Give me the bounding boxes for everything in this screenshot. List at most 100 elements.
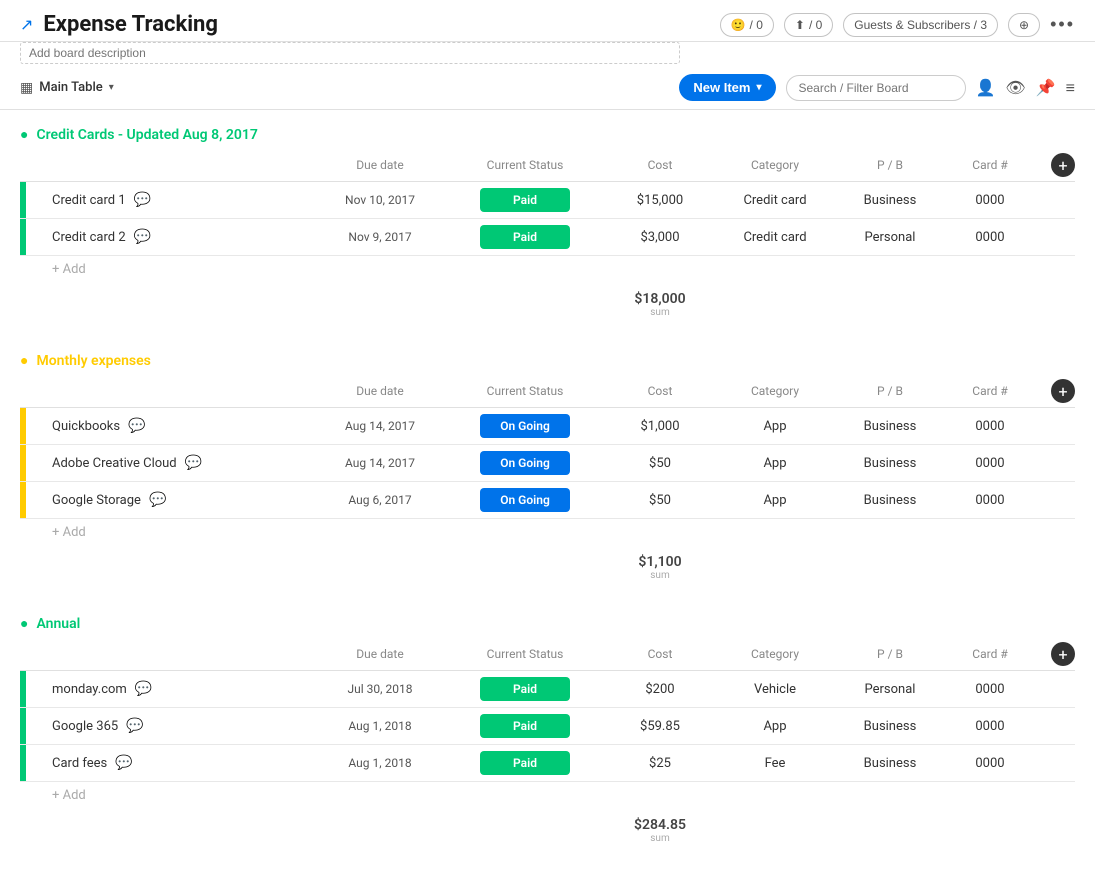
add-guest-button[interactable]: ⊕ bbox=[1008, 13, 1040, 37]
eye-icon[interactable]: 👁 bbox=[1005, 78, 1025, 97]
reactions-button[interactable]: 🙂 / 0 bbox=[720, 13, 774, 37]
user-icon[interactable]: 👤 bbox=[976, 78, 996, 97]
cell-card: 0000 bbox=[945, 187, 1035, 214]
group-toggle-icon[interactable]: ● bbox=[20, 126, 28, 143]
chat-icon[interactable]: 💬 bbox=[135, 681, 152, 697]
cell-category: App bbox=[715, 413, 835, 440]
group-title[interactable]: Monthly expenses bbox=[36, 353, 150, 369]
cell-pb: Business bbox=[835, 487, 945, 514]
share-icon: ↗ bbox=[20, 15, 33, 34]
cell-category: App bbox=[715, 713, 835, 740]
guests-button[interactable]: Guests & Subscribers / 3 bbox=[843, 13, 998, 37]
table-row: Card fees 💬 Aug 1, 2018 Paid $25 Fee Bus… bbox=[20, 745, 1075, 782]
search-input[interactable] bbox=[786, 75, 966, 101]
cell-card: 0000 bbox=[945, 676, 1035, 703]
add-row[interactable]: + Add bbox=[20, 256, 1075, 283]
views-button[interactable]: ⬆ / 0 bbox=[784, 13, 833, 37]
cell-category: Fee bbox=[715, 750, 835, 777]
sum-label: sum bbox=[605, 570, 715, 581]
row-name: Google Storage bbox=[52, 493, 141, 508]
add-row[interactable]: + Add bbox=[20, 519, 1075, 546]
row-name: Google 365 bbox=[52, 719, 118, 734]
row-indicator bbox=[20, 219, 26, 255]
add-column-button[interactable]: + bbox=[1051, 153, 1075, 177]
cell-status: Paid bbox=[445, 219, 605, 255]
sum-row: $284.85 sum bbox=[20, 811, 1075, 850]
col-header: Card # bbox=[945, 647, 1035, 661]
col-header: Due date bbox=[315, 158, 445, 172]
status-badge: On Going bbox=[480, 451, 570, 475]
add-row[interactable]: + Add bbox=[20, 782, 1075, 809]
main-content: ● Credit Cards - Updated Aug 8, 2017 Due… bbox=[0, 110, 1095, 894]
group-toggle-icon[interactable]: ● bbox=[20, 352, 28, 369]
cell-date: Aug 14, 2017 bbox=[315, 413, 445, 439]
chat-icon[interactable]: 💬 bbox=[134, 192, 151, 208]
chat-icon[interactable]: 💬 bbox=[115, 755, 132, 771]
table-row: Adobe Creative Cloud 💬 Aug 14, 2017 On G… bbox=[20, 445, 1075, 482]
cell-status: On Going bbox=[445, 482, 605, 518]
cell-extra bbox=[1035, 420, 1075, 432]
status-badge: Paid bbox=[480, 751, 570, 775]
toolbar-right: New Item ▾ 👤 👁 📌 ≡ bbox=[679, 74, 1075, 101]
cell-extra bbox=[1035, 757, 1075, 769]
reactions-count: / 0 bbox=[750, 18, 763, 32]
chat-icon[interactable]: 💬 bbox=[149, 492, 166, 508]
add-row-label: + Add bbox=[52, 525, 86, 540]
pin-icon[interactable]: 📌 bbox=[1036, 78, 1056, 97]
views-icon: ⬆ bbox=[795, 18, 805, 32]
status-badge: Paid bbox=[480, 225, 570, 249]
col-header: Cost bbox=[605, 647, 715, 661]
cell-date: Aug 6, 2017 bbox=[315, 487, 445, 513]
row-indicator bbox=[20, 671, 26, 707]
cell-pb: Personal bbox=[835, 676, 945, 703]
more-options-button[interactable]: ••• bbox=[1050, 14, 1075, 35]
col-header-add: + bbox=[1035, 153, 1075, 177]
table-icon: ▦ bbox=[20, 80, 33, 96]
row-indicator bbox=[20, 408, 26, 444]
sum-row: $1,100 sum bbox=[20, 548, 1075, 587]
status-badge: On Going bbox=[480, 488, 570, 512]
cell-card: 0000 bbox=[945, 487, 1035, 514]
column-headers: Due dateCurrent StatusCostCategoryP / BC… bbox=[20, 149, 1075, 182]
row-name-cell: Quickbooks 💬 bbox=[20, 418, 315, 434]
row-name: Card fees bbox=[52, 756, 107, 771]
table-row: Credit card 1 💬 Nov 10, 2017 Paid $15,00… bbox=[20, 182, 1075, 219]
reaction-icon: 🙂 bbox=[731, 18, 746, 32]
col-header: Category bbox=[715, 647, 835, 661]
chat-icon[interactable]: 💬 bbox=[185, 455, 202, 471]
add-column-button[interactable]: + bbox=[1051, 379, 1075, 403]
group-header: ● Monthly expenses bbox=[20, 352, 1075, 369]
cell-extra bbox=[1035, 231, 1075, 243]
add-icon: ⊕ bbox=[1019, 18, 1029, 32]
sum-row: $18,000 sum bbox=[20, 285, 1075, 324]
group-toggle-icon[interactable]: ● bbox=[20, 615, 28, 632]
add-column-button[interactable]: + bbox=[1051, 642, 1075, 666]
row-indicator bbox=[20, 708, 26, 744]
cell-cost: $50 bbox=[605, 487, 715, 514]
group-header: ● Credit Cards - Updated Aug 8, 2017 bbox=[20, 126, 1075, 143]
table-label: Main Table bbox=[39, 80, 103, 95]
chat-icon[interactable]: 💬 bbox=[134, 229, 151, 245]
toolbar: ▦ Main Table ▾ New Item ▾ 👤 👁 📌 ≡ bbox=[0, 66, 1095, 110]
group-title[interactable]: Annual bbox=[36, 616, 80, 632]
sum-label: sum bbox=[605, 307, 715, 318]
table-row: Google Storage 💬 Aug 6, 2017 On Going $5… bbox=[20, 482, 1075, 519]
row-indicator bbox=[20, 445, 26, 481]
cell-status: On Going bbox=[445, 445, 605, 481]
group-title[interactable]: Credit Cards - Updated Aug 8, 2017 bbox=[36, 127, 257, 143]
cell-date: Aug 1, 2018 bbox=[315, 750, 445, 776]
filter-icon[interactable]: ≡ bbox=[1066, 78, 1075, 98]
cell-card: 0000 bbox=[945, 450, 1035, 477]
row-name-cell: Card fees 💬 bbox=[20, 755, 315, 771]
new-item-button[interactable]: New Item ▾ bbox=[679, 74, 775, 101]
group-annual: ● Annual Due dateCurrent StatusCostCateg… bbox=[20, 615, 1075, 850]
col-header: Category bbox=[715, 158, 835, 172]
group-monthly: ● Monthly expenses Due dateCurrent Statu… bbox=[20, 352, 1075, 587]
cell-extra bbox=[1035, 457, 1075, 469]
col-header-add: + bbox=[1035, 642, 1075, 666]
row-name: Credit card 1 bbox=[52, 193, 126, 208]
status-badge: Paid bbox=[480, 677, 570, 701]
cell-category: App bbox=[715, 487, 835, 514]
board-desc-input[interactable] bbox=[20, 42, 680, 64]
chat-icon[interactable]: 💬 bbox=[128, 418, 145, 434]
